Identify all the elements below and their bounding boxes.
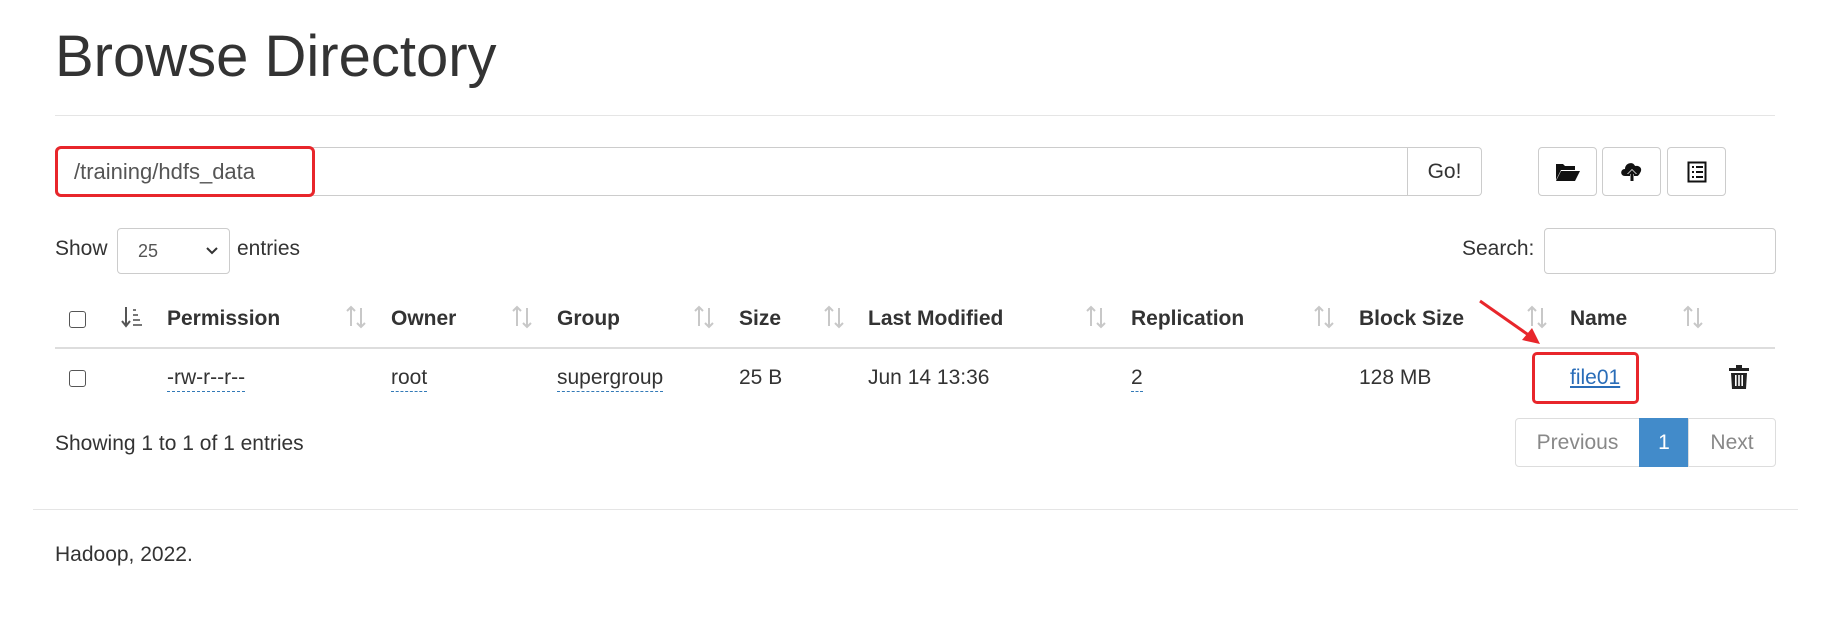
column-header-name[interactable]: Name: [1570, 307, 1627, 331]
column-header-size[interactable]: Size: [739, 307, 781, 331]
sort-icon[interactable]: [1313, 305, 1335, 329]
pagination-info: Showing 1 to 1 of 1 entries: [55, 432, 304, 455]
column-header-group[interactable]: Group: [557, 307, 620, 331]
entries-per-page-value: 25: [138, 240, 159, 261]
show-label: Show: [55, 237, 108, 260]
footer-text: Hadoop, 2022.: [55, 543, 193, 566]
table-header-divider: [55, 347, 1775, 349]
divider: [55, 115, 1775, 116]
list-icon: [1687, 161, 1706, 182]
chevron-down-icon: [206, 247, 218, 255]
directory-path-input[interactable]: [55, 147, 1408, 196]
footer-divider: [33, 509, 1798, 510]
entries-label: entries: [237, 237, 301, 260]
sort-icon[interactable]: [693, 305, 715, 329]
owner-cell[interactable]: root: [391, 366, 428, 392]
size-cell: 25 B: [739, 366, 783, 389]
go-button[interactable]: Go!: [1408, 147, 1482, 196]
column-header-permission[interactable]: Permission: [167, 307, 280, 331]
sort-icon[interactable]: [511, 305, 533, 329]
group-cell[interactable]: supergroup: [557, 366, 664, 392]
folder-open-icon: [1555, 163, 1580, 181]
sort-icon[interactable]: [823, 305, 845, 329]
block-size-cell: 128 MB: [1359, 366, 1432, 389]
cloud-upload-icon: [1620, 162, 1641, 182]
column-header-owner[interactable]: Owner: [391, 307, 456, 331]
next-page-button[interactable]: Next: [1688, 418, 1776, 467]
sort-icon[interactable]: [345, 305, 367, 329]
column-header-block-size[interactable]: Block Size: [1359, 307, 1464, 331]
trash-icon[interactable]: [1729, 365, 1749, 389]
file-name-link[interactable]: file01: [1570, 366, 1620, 390]
page-1-button[interactable]: 1: [1639, 418, 1689, 467]
sort-icon[interactable]: [1682, 305, 1704, 329]
column-header-replication[interactable]: Replication: [1131, 307, 1244, 331]
create-directory-button[interactable]: [1538, 147, 1597, 196]
upload-file-button[interactable]: [1602, 147, 1661, 196]
annotation-arrow-icon: [1479, 299, 1540, 344]
search-input[interactable]: [1544, 228, 1776, 274]
cut-paste-button[interactable]: [1667, 147, 1726, 196]
replication-cell[interactable]: 2: [1131, 366, 1143, 392]
sort-desc-icon[interactable]: [121, 305, 143, 329]
previous-page-button[interactable]: Previous: [1515, 418, 1640, 467]
last-modified-cell: Jun 14 13:36: [868, 366, 990, 389]
row-select-checkbox[interactable]: [69, 370, 86, 387]
column-header-last-modified[interactable]: Last Modified: [868, 307, 1003, 331]
permission-cell[interactable]: -rw-r--r--: [167, 366, 246, 392]
select-all-checkbox[interactable]: [69, 311, 86, 328]
sort-icon[interactable]: [1085, 305, 1107, 329]
search-label: Search:: [1462, 237, 1535, 260]
entries-per-page-select[interactable]: 25: [117, 228, 230, 274]
page-title: Browse Directory: [55, 24, 497, 89]
